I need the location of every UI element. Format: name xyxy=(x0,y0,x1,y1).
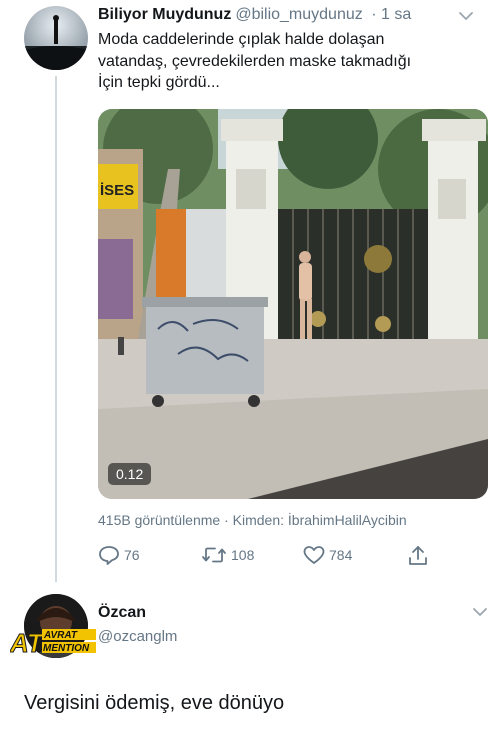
retweet-icon xyxy=(202,547,226,563)
thread-line xyxy=(55,76,57,582)
tweet-actions: 76 108 784 xyxy=(98,545,438,567)
view-count[interactable]: 415B görüntülenme · Kimden: İbrahimHalil… xyxy=(98,512,407,528)
retweet-count: 108 xyxy=(231,547,255,563)
share-icon xyxy=(409,546,427,565)
like-action[interactable]: 784 xyxy=(303,545,352,565)
heart-icon xyxy=(303,546,325,564)
reply-icon xyxy=(99,546,119,565)
logo-text-top: AVRAT xyxy=(43,630,78,641)
avatar-image xyxy=(24,6,88,70)
reply-count: 76 xyxy=(124,547,140,563)
avatar[interactable] xyxy=(24,6,88,70)
chevron-down-icon[interactable] xyxy=(456,6,476,26)
tweet-author[interactable]: Biliyor Muydunuz @bilio_muydunuz · 1 sa xyxy=(98,6,411,24)
logo-text-left: AT xyxy=(10,628,45,656)
timestamp[interactable]: · 1 sa xyxy=(371,6,411,23)
tweet-text: Moda caddelerinde çıplak halde dolaşan v… xyxy=(98,29,478,94)
reply-action[interactable]: 76 xyxy=(98,545,140,565)
video-player[interactable]: İSES 0.12 xyxy=(98,109,488,499)
retweet-action[interactable]: 108 xyxy=(201,545,254,565)
handle[interactable]: @ozcanglm xyxy=(98,628,177,645)
display-name[interactable]: Biliyor Muydunuz xyxy=(98,6,231,23)
tweet-text-line: Moda caddelerinde çıplak halde dolaşan xyxy=(98,31,385,48)
video-duration: 0.12 xyxy=(108,463,152,485)
reply-tweet: AT AVRAT MENTION Özcan @ozcanglm xyxy=(0,588,500,668)
tweet-text-line: vatandaş, çevredekilerden maske takmadığ… xyxy=(98,52,412,70)
tweet-text-line: İçin tepki gördü... xyxy=(98,74,220,91)
logo-text-bottom: MENTION xyxy=(43,643,90,654)
reply-text: Vergisini ödemiş, eve dönüyo xyxy=(24,692,285,714)
chevron-down-icon[interactable] xyxy=(470,602,490,622)
display-name[interactable]: Özcan xyxy=(98,604,146,622)
share-action[interactable] xyxy=(408,545,428,567)
video-frame: İSES xyxy=(98,109,488,499)
shop-sign: İSES xyxy=(100,182,134,199)
logo: AT AVRAT MENTION xyxy=(10,628,96,656)
like-count: 784 xyxy=(329,547,353,563)
handle[interactable]: @bilio_muydunuz xyxy=(235,6,362,23)
